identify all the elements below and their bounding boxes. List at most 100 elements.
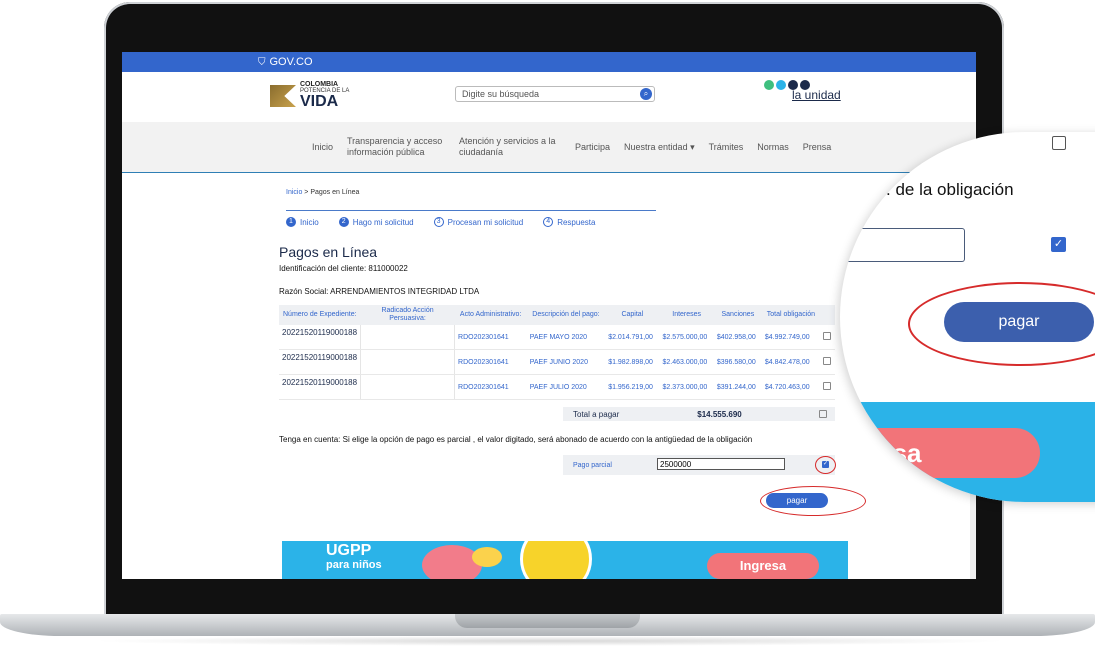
banner-ingresa-button[interactable]: Ingresa — [707, 553, 819, 579]
cell-capital: $1.982.898,00 — [605, 349, 660, 375]
step-number: 1 — [286, 217, 296, 227]
total-label: Total a pagar — [573, 409, 620, 419]
cell-acto: RDO202301641 — [454, 374, 527, 400]
cell-total: $4.842.478,00 — [761, 349, 820, 375]
col-radicado: Radicado Acción Persuasiva: — [360, 305, 455, 325]
zoom-ingresa-button: resa — [840, 428, 1040, 478]
logo-vida-text: VIDA — [300, 93, 339, 110]
main-nav: Inicio Transparencia y acceso informació… — [122, 122, 976, 173]
zoom-obligation-text: . de la obligación — [886, 180, 1014, 199]
cell-intereses: $2.463.000,00 — [659, 349, 714, 375]
nav-item-entidad[interactable]: Nuestra entidad ▾ — [624, 142, 695, 153]
zoom-highlight-ring — [908, 282, 1095, 366]
nav-item-tramites[interactable]: Trámites — [709, 142, 744, 153]
cell-total: $4.720.463,00 — [761, 374, 820, 400]
search-input[interactable]: Digite su búsqueda ⌕ — [455, 86, 655, 102]
nav-item-transparencia[interactable]: Transparencia y acceso información públi… — [347, 136, 445, 158]
zoom-checked-checkbox: ✓ — [1051, 237, 1066, 252]
col-sanciones: Sanciones — [713, 305, 762, 325]
step-solicitud[interactable]: 2 Hago mi solicitud — [338, 217, 414, 227]
table-row: 20221520119000188 RDO202301641 PAEF JULI… — [279, 374, 835, 400]
partial-label: Pago parcial — [573, 461, 612, 469]
cell-expediente[interactable]: 20221520119000188 — [279, 374, 361, 400]
col-total: Total obligación — [761, 305, 820, 325]
cell-capital: $2.014.791,00 — [605, 325, 660, 350]
banner-decoration — [472, 547, 502, 567]
cell-radicado — [360, 325, 456, 350]
step-number: 3 — [433, 217, 444, 227]
cell-sanciones: $391.244,00 — [713, 374, 762, 400]
laptop-shadow — [90, 636, 1010, 646]
row-checkbox[interactable] — [822, 332, 831, 340]
nav-item-atencion[interactable]: Atención y servicios a la ciudadanía — [459, 136, 561, 158]
banner-title: UGPP — [326, 542, 372, 559]
cell-intereses: $2.373.000,00 — [659, 374, 714, 400]
colombia-logo-icon — [270, 85, 296, 107]
nav-item-participa[interactable]: Participa — [575, 142, 610, 153]
partial-amount-input[interactable] — [657, 458, 785, 470]
cell-intereses: $2.575.000,00 — [659, 325, 714, 350]
row-checkbox[interactable] — [822, 357, 831, 365]
table-row: 20221520119000188 RDO202301641 PAEF MAYO… — [279, 325, 835, 350]
cell-descripcion: PAEF JULIO 2020 — [526, 374, 606, 400]
cell-radicado — [360, 349, 456, 375]
gov-shield-icon: ⛉ — [258, 56, 266, 68]
breadcrumb-current: Pagos en Línea — [310, 189, 360, 196]
cell-select — [819, 349, 835, 375]
ugpp-logo[interactable]: la unidad — [764, 80, 841, 102]
cell-expediente[interactable]: 20221520119000188 — [279, 349, 361, 375]
obligations-table: Número de Expediente: Radicado Acción Pe… — [279, 305, 835, 400]
step-label: Inicio — [300, 217, 319, 227]
step-number: 4 — [543, 217, 554, 227]
colombia-logo[interactable]: COLOMBIA POTENCIA DE LA VIDA — [270, 81, 349, 110]
ugpp-kids-banner[interactable]: UGPP para niños Ingresa — [282, 541, 848, 579]
search-icon[interactable]: ⌕ — [640, 88, 652, 100]
laptop-notch — [455, 614, 640, 628]
banner-character-image — [520, 541, 592, 579]
step-label: Respuesta — [557, 217, 596, 227]
step-respuesta[interactable]: 4 Respuesta — [543, 217, 595, 227]
progress-steps: 1 Inicio 2 Hago mi solicitud 3 Procesan mi … — [286, 210, 656, 227]
nav-item-normas[interactable]: Normas — [757, 142, 789, 153]
col-capital: Capital — [605, 305, 660, 325]
col-select — [819, 305, 835, 325]
cell-total: $4.992.749,00 — [761, 325, 820, 350]
step-label: Hago mi solicitud — [352, 217, 414, 227]
col-acto: Acto Administrativo: — [454, 305, 527, 325]
step-inicio[interactable]: 1 Inicio — [286, 217, 319, 227]
site-header: COLOMBIA POTENCIA DE LA VIDA Digite su b… — [122, 72, 976, 122]
search-placeholder: Digite su búsqueda — [462, 89, 540, 99]
banner-title-block: UGPP para niños — [326, 542, 382, 572]
row-checkbox[interactable] — [822, 382, 831, 390]
zoom-input-field — [840, 228, 965, 262]
zoom-checkbox-top — [1052, 136, 1066, 150]
cell-capital: $1.956.219,00 — [605, 374, 660, 400]
breadcrumb-home[interactable]: Inicio — [286, 189, 302, 196]
nav-item-inicio[interactable]: Inicio — [312, 142, 333, 153]
cell-sanciones: $402.958,00 — [713, 325, 762, 350]
nav-item-prensa[interactable]: Prensa — [803, 142, 832, 153]
cell-select — [819, 374, 835, 400]
total-checkbox[interactable] — [819, 410, 827, 418]
laptop-frame: ⛉ GOV.CO COLOMBIA POTENCIA DE LA VIDA Di… — [0, 0, 1095, 652]
cell-select — [819, 325, 835, 350]
breadcrumb: Inicio > Pagos en Línea — [286, 189, 359, 196]
total-value: $14.555.690 — [697, 409, 742, 419]
table-header-row: Número de Expediente: Radicado Acción Pe… — [279, 305, 835, 325]
client-id: Identificación del cliente: 811000022 — [279, 264, 408, 273]
step-label: Procesan mi solicitud — [447, 217, 524, 227]
cell-descripcion: PAEF JUNIO 2020 — [526, 349, 606, 375]
razon-social: Razón Social: ARRENDAMIENTOS INTEGRIDAD … — [279, 287, 480, 296]
gov-bar: ⛉ GOV.CO — [122, 52, 976, 72]
cell-expediente[interactable]: 20221520119000188 — [279, 325, 361, 350]
partial-payment-row: Pago parcial ✓ — [563, 455, 836, 475]
checkbox-highlight-ring — [815, 456, 836, 474]
col-descripcion: Descripción del pago: — [526, 305, 606, 325]
gov-bar-label[interactable]: GOV.CO — [270, 56, 313, 68]
page-title: Pagos en Línea — [279, 244, 378, 260]
step-number: 2 — [338, 217, 349, 227]
table-row: 20221520119000188 RDO202301641 PAEF JUNI… — [279, 349, 835, 375]
cell-acto: RDO202301641 — [454, 349, 527, 375]
banner-decoration — [422, 545, 482, 579]
step-procesan[interactable]: 3 Procesan mi solicitud — [433, 217, 524, 227]
